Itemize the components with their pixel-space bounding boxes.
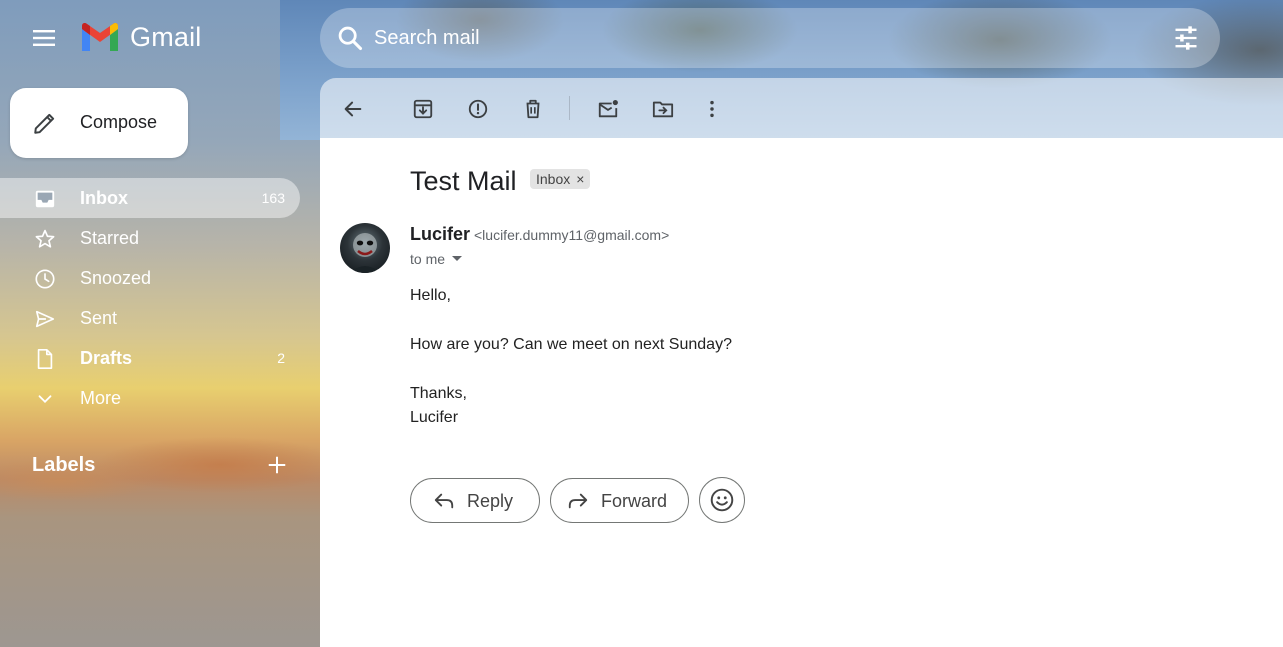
report-spam-icon <box>468 99 488 119</box>
sidebar-item-label: More <box>80 388 122 408</box>
mark-unread-icon <box>598 100 618 118</box>
drafts-count: 2 <box>277 350 285 366</box>
star-icon <box>35 229 55 248</box>
sidebar-item-drafts[interactable]: Drafts 2 <box>0 338 300 378</box>
emoji-reaction-button[interactable] <box>699 477 745 523</box>
email-body-greeting: Hello, <box>410 287 451 304</box>
sidebar-item-snoozed[interactable]: Snoozed <box>0 258 300 298</box>
search-options-icon[interactable] <box>1172 24 1200 52</box>
inbox-unread-count: 163 <box>261 190 285 206</box>
compose-button[interactable]: Compose <box>10 88 188 158</box>
chevron-down-icon <box>38 395 52 404</box>
sidebar-item-label: Sent <box>80 308 118 328</box>
sidebar-item-inbox[interactable]: Inbox 163 <box>0 178 300 218</box>
move-to-folder-icon <box>652 101 674 118</box>
main-menu-button[interactable] <box>22 18 66 58</box>
draft-icon <box>37 349 53 369</box>
compose-label: Compose <box>80 112 158 132</box>
sender-email: <lucifer.dummy11@gmail.com> <box>474 227 670 243</box>
pencil-icon <box>34 113 55 134</box>
sender-name: Lucifer <box>410 224 471 244</box>
recipient-text: to me <box>410 251 446 267</box>
avatar-image <box>350 233 380 273</box>
back-button[interactable] <box>338 94 368 124</box>
arrow-back-icon <box>344 101 362 117</box>
sidebar-item-label: Starred <box>80 228 140 248</box>
labels-heading: Labels <box>32 454 96 476</box>
email-body-signature: Lucifer <box>410 409 459 426</box>
more-options-button[interactable] <box>697 94 727 124</box>
search-bar <box>320 8 1220 68</box>
sidebar-nav: Inbox 163 Starred Snoozed Sent Drafts 2 … <box>0 178 300 418</box>
sidebar-item-label: Snoozed <box>80 268 152 288</box>
label-chip-text: Inbox <box>536 171 571 187</box>
archive-icon <box>413 99 433 119</box>
mark-unread-button[interactable] <box>593 94 623 124</box>
remove-label-icon[interactable]: × <box>576 171 584 187</box>
email-subject: Test Mail <box>410 166 517 196</box>
add-label-icon[interactable] <box>266 454 288 476</box>
sidebar-item-more[interactable]: More <box>0 378 300 418</box>
message-toolbar <box>320 78 1283 138</box>
search-icon[interactable] <box>336 24 364 52</box>
hamburger-menu-icon <box>33 30 55 46</box>
inbox-icon <box>35 190 55 208</box>
archive-button[interactable] <box>408 94 438 124</box>
more-vert-icon <box>710 100 714 118</box>
top-bar: Gmail <box>0 0 1283 76</box>
forward-icon <box>568 493 588 509</box>
report-spam-button[interactable] <box>463 94 493 124</box>
move-to-button[interactable] <box>648 94 678 124</box>
gmail-logo[interactable]: Gmail <box>80 22 202 53</box>
search-input[interactable] <box>374 22 1134 54</box>
sidebar-item-sent[interactable]: Sent <box>0 298 300 338</box>
clock-icon <box>35 269 55 289</box>
sender-avatar[interactable] <box>340 223 390 273</box>
recipient-details-toggle[interactable]: to me <box>410 251 463 267</box>
reply-icon <box>434 493 454 509</box>
reply-button[interactable]: Reply <box>410 478 540 523</box>
gmail-m-icon <box>82 22 118 51</box>
sidebar-item-starred[interactable]: Starred <box>0 218 300 258</box>
gmail-wordmark: Gmail <box>130 22 202 52</box>
sidebar-item-label: Inbox <box>80 188 128 208</box>
reply-label: Reply <box>467 491 514 511</box>
email-body-closing: Thanks, <box>410 385 467 402</box>
send-icon <box>35 310 55 328</box>
smiley-icon <box>710 488 734 512</box>
trash-icon <box>526 99 540 119</box>
message-view: Test Mail Inbox × Lucifer <lucifer.dummy… <box>320 138 1283 647</box>
caret-down-icon <box>452 256 463 261</box>
sidebar-item-label: Drafts <box>80 348 133 368</box>
sidebar-background-hills <box>0 435 320 525</box>
delete-button[interactable] <box>518 94 548 124</box>
forward-label: Forward <box>601 491 668 511</box>
toolbar-divider <box>569 96 570 120</box>
email-body-line: How are you? Can we meet on next Sunday? <box>410 336 732 353</box>
forward-button[interactable]: Forward <box>550 478 689 523</box>
inbox-label-chip: Inbox × <box>530 169 591 189</box>
